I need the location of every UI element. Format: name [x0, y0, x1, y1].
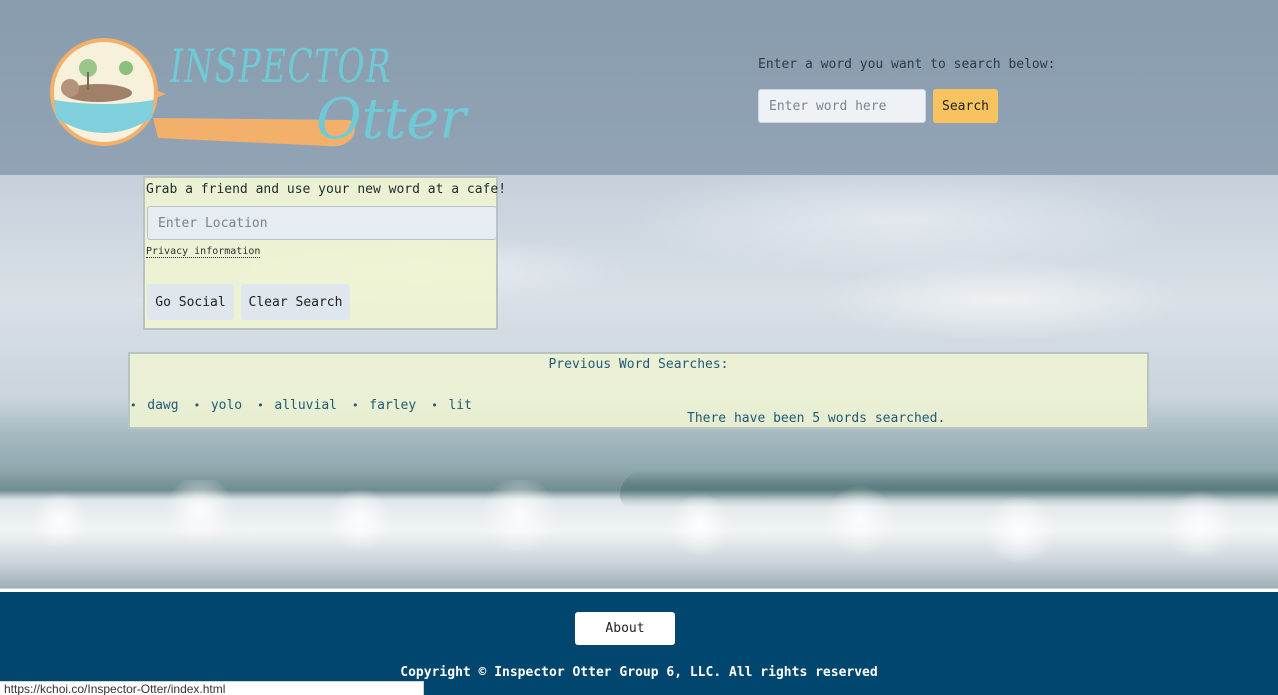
- previous-word-item[interactable]: lit: [431, 398, 471, 413]
- privacy-link[interactable]: Privacy information: [146, 246, 261, 258]
- site-header: INSPECTOR Otter Enter a word you want to…: [0, 0, 1278, 175]
- status-bar-url: https://kchoi.co/Inspector-Otter/index.h…: [0, 681, 424, 695]
- words-searched-count: There have been 5 words searched.: [687, 411, 946, 426]
- go-social-button[interactable]: Go Social: [147, 284, 234, 320]
- logo-text-top: INSPECTOR: [169, 39, 392, 93]
- otter-magnifier-logo[interactable]: INSPECTOR Otter: [48, 38, 478, 156]
- previous-searches-title: Previous Word Searches:: [548, 357, 729, 372]
- previous-words-list: dawg yolo alluvial farley lit: [130, 398, 487, 413]
- previous-word-item[interactable]: alluvial: [257, 398, 337, 413]
- word-search-input[interactable]: [758, 89, 926, 123]
- logo-text-bottom: Otter: [316, 87, 469, 152]
- surf-foam: [0, 480, 1278, 588]
- previous-word-item[interactable]: dawg: [130, 398, 178, 413]
- search-prompt: Enter a word you want to search below:: [758, 57, 1056, 72]
- location-input[interactable]: [147, 206, 497, 240]
- previous-word-item[interactable]: farley: [352, 398, 416, 413]
- clear-search-button[interactable]: Clear Search: [241, 284, 350, 320]
- site-footer: About Copyright © Inspector Otter Group …: [0, 589, 1278, 695]
- previous-searches-panel: Previous Word Searches: dawg yolo alluvi…: [128, 352, 1149, 429]
- previous-word-item[interactable]: yolo: [194, 398, 242, 413]
- social-title: Grab a friend and use your new word at a…: [146, 182, 507, 197]
- social-panel: Grab a friend and use your new word at a…: [143, 176, 506, 330]
- copyright-text: Copyright © Inspector Otter Group 6, LLC…: [400, 665, 878, 680]
- about-button[interactable]: About: [575, 612, 675, 645]
- search-button[interactable]: Search: [933, 89, 998, 123]
